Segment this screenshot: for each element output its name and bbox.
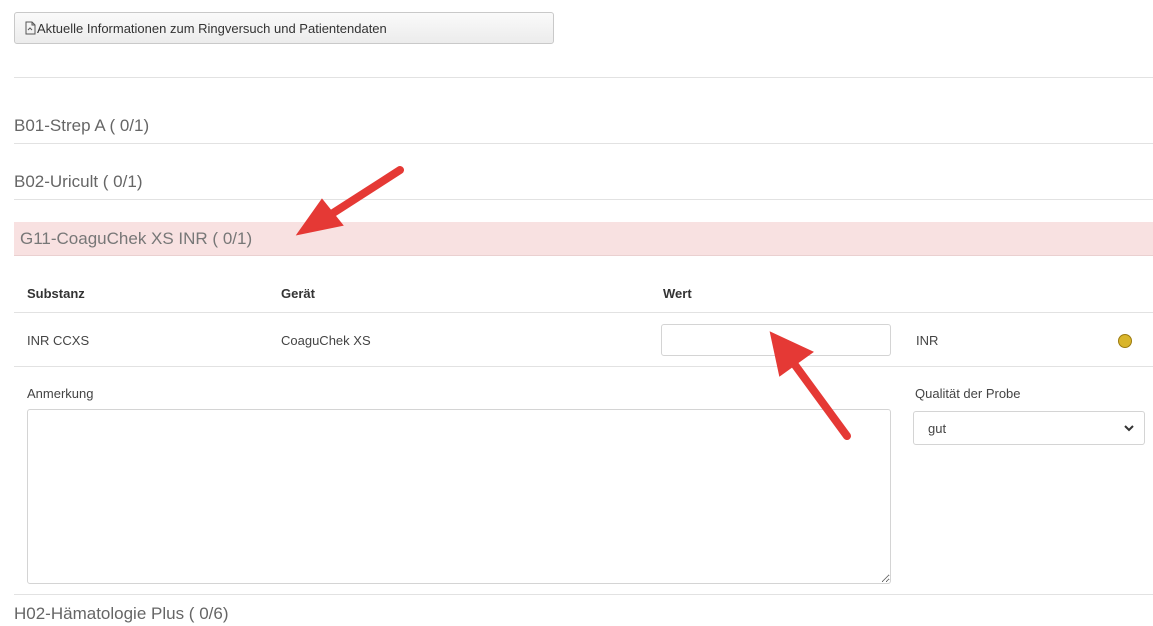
arrow-to-input-icon bbox=[769, 331, 851, 440]
arrow-to-section-icon bbox=[295, 166, 404, 236]
annotation-arrows bbox=[295, 166, 851, 440]
